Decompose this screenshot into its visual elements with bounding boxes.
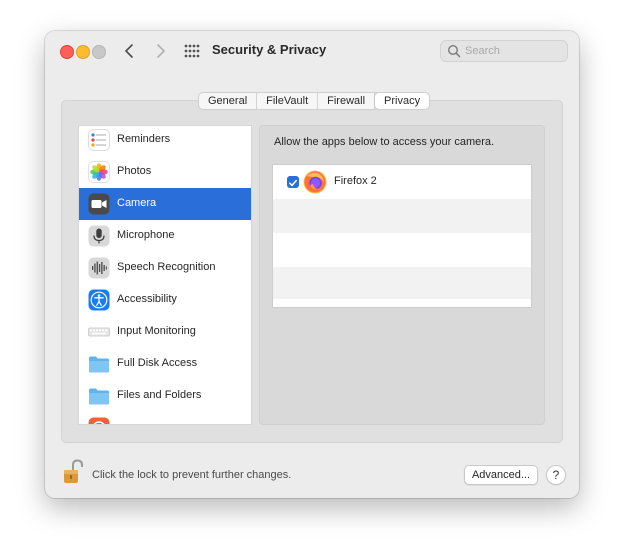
app-row-empty <box>273 233 531 267</box>
microphone-icon <box>88 225 110 247</box>
sidebar-item-microphone[interactable]: Microphone <box>79 220 251 252</box>
search-field[interactable]: Search <box>440 40 568 62</box>
sidebar-item-label: Camera <box>117 197 157 209</box>
sidebar-item-full-disk-access[interactable]: Full Disk Access <box>79 348 251 380</box>
minimize-button[interactable] <box>76 45 90 59</box>
sidebar-item-input-monitoring[interactable]: Input Monitoring <box>79 316 251 348</box>
app-permission-checkbox[interactable] <box>287 176 299 188</box>
sidebar-item-label: Input Monitoring <box>117 325 196 337</box>
app-row[interactable]: Firefox 2 <box>273 165 531 199</box>
speech-recognition-icon <box>88 257 110 279</box>
sidebar-item-accessibility[interactable]: Accessibility <box>79 284 251 316</box>
chevron-left-icon <box>125 44 133 58</box>
tab-firewall[interactable]: Firewall <box>318 93 376 109</box>
lock-status-text: Click the lock to prevent further change… <box>92 469 292 481</box>
sidebar-item-label: Full Disk Access <box>117 357 198 369</box>
sidebar-item-speech-recognition[interactable]: Speech Recognition <box>79 252 251 284</box>
close-button[interactable] <box>60 45 74 59</box>
sidebar-item-label: Speech Recognition <box>117 261 216 273</box>
help-button[interactable]: ? <box>546 465 566 485</box>
sidebar-item-photos[interactable]: Photos <box>79 156 251 188</box>
grid-icon <box>184 44 200 58</box>
sidebar-item-label: Photos <box>117 165 152 177</box>
forward-button[interactable] <box>149 40 171 62</box>
show-all-button[interactable] <box>183 42 201 60</box>
privacy-category-list[interactable]: Reminders Photos Camera Microphone Speec… <box>78 125 252 425</box>
permissions-heading: Allow the apps below to access your came… <box>274 136 495 148</box>
sidebar-item-camera[interactable]: Camera <box>79 188 251 220</box>
window-title: Security & Privacy <box>212 42 327 57</box>
sidebar-item-partial[interactable] <box>79 412 251 424</box>
lock-button[interactable] <box>62 459 84 485</box>
app-row-empty <box>273 199 531 233</box>
sidebar-item-files-and-folders[interactable]: Files and Folders <box>79 380 251 412</box>
firefox-icon <box>303 170 327 194</box>
sidebar-item-label: Accessibility <box>117 293 177 305</box>
advanced-button[interactable]: Advanced... <box>464 465 538 485</box>
tab-privacy[interactable]: Privacy <box>375 93 430 109</box>
reminders-icon <box>88 129 110 151</box>
app-row-empty <box>273 267 531 299</box>
app-permission-list[interactable]: Firefox 2 <box>272 164 532 308</box>
keyboard-icon <box>88 327 110 337</box>
app-name: Firefox 2 <box>334 175 377 187</box>
search-placeholder: Search <box>465 45 500 57</box>
folder-icon <box>89 388 109 405</box>
accessibility-icon <box>88 289 110 311</box>
sidebar-item-label: Microphone <box>117 229 175 241</box>
tab-bar: General FileVault Firewall Privacy <box>198 92 431 110</box>
back-button[interactable] <box>119 40 141 62</box>
search-icon <box>447 44 461 58</box>
photos-icon <box>88 161 110 183</box>
unlocked-padlock-icon <box>64 459 83 483</box>
titlebar: Security & Privacy Search <box>45 31 579 71</box>
tab-general[interactable]: General <box>199 93 258 109</box>
checkmark-icon <box>289 179 297 187</box>
screen-recording-icon <box>88 417 110 424</box>
chevron-right-icon <box>157 44 165 58</box>
sidebar-item-label: Reminders <box>117 133 171 145</box>
camera-icon <box>88 193 110 215</box>
sidebar-item-label: Files and Folders <box>117 389 202 401</box>
folder-icon <box>89 356 109 373</box>
security-privacy-window: Security & Privacy Search General FileVa… <box>45 31 579 498</box>
zoom-button[interactable] <box>92 45 106 59</box>
sidebar-item-reminders[interactable]: Reminders <box>79 126 251 156</box>
tab-filevault[interactable]: FileVault <box>257 93 319 109</box>
